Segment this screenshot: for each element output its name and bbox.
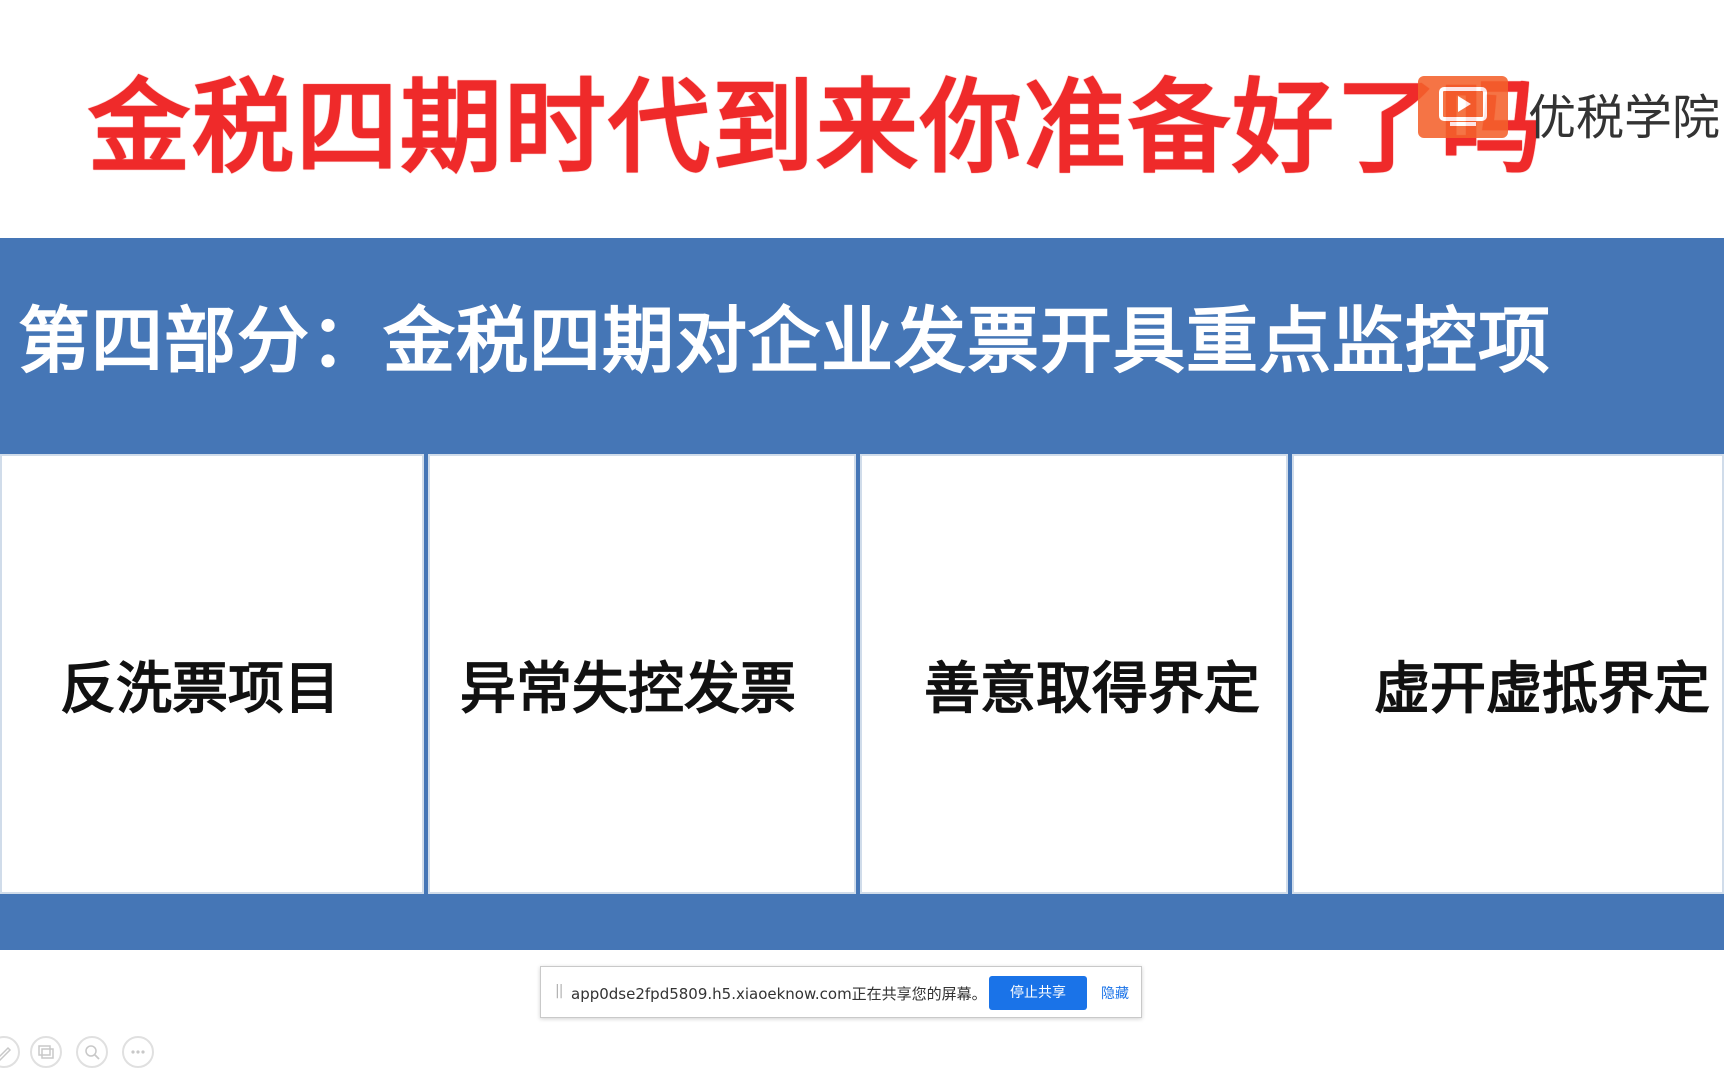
hide-link[interactable]: 隐藏 bbox=[1101, 983, 1129, 1003]
card-label: 异常失控发票 bbox=[460, 657, 796, 722]
card-label: 虚开虚抵界定 bbox=[1374, 657, 1710, 722]
card-label: 善意取得界定 bbox=[924, 657, 1260, 722]
brand-name: 优税学院 bbox=[1528, 90, 1721, 146]
gallery-icon[interactable] bbox=[30, 1036, 62, 1068]
drag-handle-icon[interactable]: || bbox=[555, 983, 564, 999]
zoom-icon[interactable] bbox=[76, 1036, 108, 1068]
bottom-toolbar bbox=[0, 1036, 170, 1072]
more-icon[interactable] bbox=[122, 1036, 154, 1068]
stop-sharing-button[interactable]: 停止共享 bbox=[989, 976, 1087, 1010]
play-video-icon bbox=[1418, 76, 1508, 138]
screen-share-bar: || app0dse2fpd5809.h5.xiaoeknow.com正在共享您… bbox=[540, 966, 1142, 1018]
card-item: 异常失控发票 bbox=[428, 454, 856, 894]
share-message: app0dse2fpd5809.h5.xiaoeknow.com正在共享您的屏幕… bbox=[571, 985, 987, 1003]
section-banner: 第四部分：金税四期对企业发票开具重点监控项 反洗票项目 异常失控发票 善意取得界… bbox=[0, 238, 1724, 950]
card-row: 反洗票项目 异常失控发票 善意取得界定 虚开虚抵界定 bbox=[0, 454, 1724, 898]
slide-stage: 金税四期时代到来你准备好了吗 优税学院 第四部分：金税四期对企业发票开具重点监控… bbox=[0, 0, 1728, 1080]
card-item: 善意取得界定 bbox=[860, 454, 1288, 894]
pen-icon[interactable] bbox=[0, 1036, 20, 1068]
card-item: 反洗票项目 bbox=[0, 454, 424, 894]
slide-title: 金税四期时代到来你准备好了吗 bbox=[88, 69, 1544, 188]
card-item: 虚开虚抵界定 bbox=[1292, 454, 1724, 894]
card-label: 反洗票项目 bbox=[60, 657, 340, 722]
section-title: 第四部分：金税四期对企业发票开具重点监控项 bbox=[18, 299, 1552, 383]
